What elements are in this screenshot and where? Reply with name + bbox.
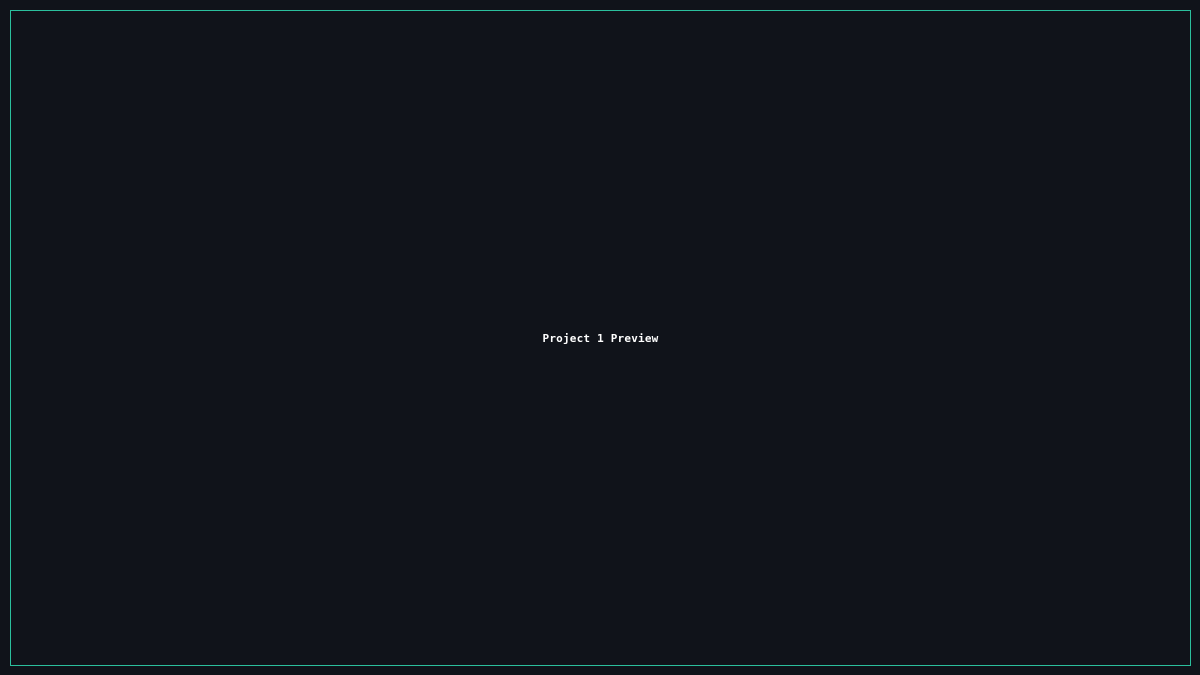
preview-label: Project 1 Preview xyxy=(542,331,659,345)
project-preview-frame: Project 1 Preview xyxy=(10,10,1191,666)
